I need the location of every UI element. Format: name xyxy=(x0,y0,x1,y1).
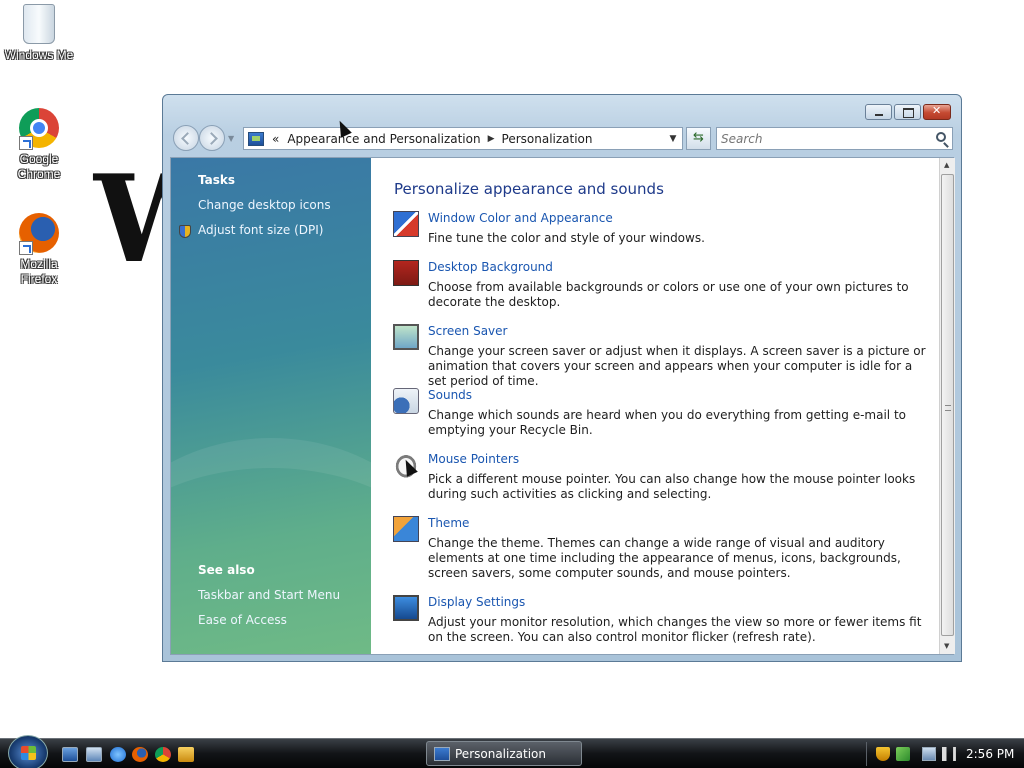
scroll-up-icon[interactable]: ▲ xyxy=(944,161,949,169)
window-content: Tasks Change desktop icons Adjust font s… xyxy=(170,157,955,655)
item-title-link[interactable]: Display Settings xyxy=(428,595,525,609)
taskbar: Personalization 2:56 PM xyxy=(0,735,1024,768)
control-panel-icon xyxy=(248,131,264,146)
desktop-icon-label: Google Chrome xyxy=(17,152,61,181)
forward-button[interactable] xyxy=(199,125,225,151)
address-dropdown-icon[interactable]: ▼ xyxy=(664,134,682,144)
chrome-icon xyxy=(19,108,59,150)
internet-explorer-icon[interactable] xyxy=(110,747,126,762)
recent-pages-dropdown[interactable]: ▼ xyxy=(228,134,234,143)
item-title-link[interactable]: Sounds xyxy=(428,388,472,402)
address-bar[interactable]: « Appearance and Personalization ▶ Perso… xyxy=(243,127,683,150)
search-input[interactable] xyxy=(721,129,921,148)
scroll-down-icon[interactable]: ▼ xyxy=(944,642,949,650)
sounds-icon[interactable] xyxy=(393,388,419,414)
main-pane: Personalize appearance and sounds Window… xyxy=(371,158,939,654)
recycle-bin-icon xyxy=(23,4,55,44)
firefox-icon xyxy=(19,213,59,255)
uac-shield-icon xyxy=(179,225,191,238)
desktop-icon-label: Mozilla Firefox xyxy=(20,257,58,286)
breadcrumb-chevron-icon[interactable]: ▶ xyxy=(488,134,495,144)
desktop-icon-label: Windows Me xyxy=(4,48,74,62)
task-adjust-font-size[interactable]: Adjust font size (DPI) xyxy=(198,223,323,237)
item-description: Fine tune the color and style of your wi… xyxy=(428,231,705,245)
see-also-taskbar-and-start-menu[interactable]: Taskbar and Start Menu xyxy=(198,588,340,602)
breadcrumb-appearance-and-personalization[interactable]: Appearance and Personalization xyxy=(287,132,480,146)
item-title-link[interactable]: Window Color and Appearance xyxy=(428,211,613,225)
display-settings-icon[interactable] xyxy=(393,595,419,621)
page-title: Personalize appearance and sounds xyxy=(394,180,664,198)
security-shield-icon[interactable] xyxy=(876,747,890,761)
chrome-icon[interactable] xyxy=(155,747,171,762)
desktop-background-icon[interactable] xyxy=(393,260,419,286)
firefox-icon[interactable] xyxy=(132,747,148,762)
switch-windows-icon[interactable] xyxy=(86,747,102,762)
item-description: Adjust your monitor resolution, which ch… xyxy=(428,615,922,644)
media-player-icon[interactable] xyxy=(178,747,194,762)
task-change-desktop-icons[interactable]: Change desktop icons xyxy=(198,198,331,212)
personalization-window[interactable]: ▼ « Appearance and Personalization ▶ Per… xyxy=(162,94,962,662)
search-box[interactable] xyxy=(716,127,953,150)
tasks-heading: Tasks xyxy=(198,173,236,187)
screen-saver-icon[interactable] xyxy=(393,324,419,350)
see-also-heading: See also xyxy=(198,563,255,577)
item-title-link[interactable]: Desktop Background xyxy=(428,260,553,274)
maximize-button[interactable] xyxy=(894,104,921,120)
window-color-icon[interactable] xyxy=(393,211,419,237)
clock[interactable]: 2:56 PM xyxy=(966,747,1014,761)
item-description: Change the theme. Themes can change a wi… xyxy=(428,536,901,580)
scrollbar-thumb[interactable] xyxy=(941,174,954,636)
minimize-button[interactable] xyxy=(865,104,892,120)
network-activity-icon[interactable] xyxy=(896,747,910,761)
breadcrumb-personalization[interactable]: Personalization xyxy=(502,132,593,146)
back-button[interactable] xyxy=(173,125,199,151)
volume-icon[interactable] xyxy=(942,747,956,761)
vertical-scrollbar[interactable]: ▲ ▼ xyxy=(939,158,955,654)
network-icon[interactable] xyxy=(922,747,936,761)
scrollbar-grip-icon xyxy=(945,405,951,411)
refresh-button[interactable]: ⇆ xyxy=(686,127,711,150)
tray-divider xyxy=(866,742,867,766)
task-pane: Tasks Change desktop icons Adjust font s… xyxy=(171,158,371,654)
item-description: Choose from available backgrounds or col… xyxy=(428,280,909,309)
item-title-link[interactable]: Screen Saver xyxy=(428,324,507,338)
item-description: Change which sounds are heard when you d… xyxy=(428,408,906,437)
taskbar-button-label: Personalization xyxy=(455,747,546,761)
shortcut-arrow-icon xyxy=(19,136,33,150)
control-panel-icon xyxy=(434,747,450,761)
item-description: Pick a different mouse pointer. You can … xyxy=(428,472,916,501)
theme-icon[interactable] xyxy=(393,516,419,542)
desktop-icon-windows-me[interactable]: Windows Me xyxy=(1,4,77,63)
address-overflow-button[interactable]: « xyxy=(272,132,279,146)
navigation-bar: ▼ « Appearance and Personalization ▶ Per… xyxy=(171,125,953,153)
show-desktop-icon[interactable] xyxy=(62,747,78,762)
taskbar-button-personalization[interactable]: Personalization xyxy=(426,741,582,766)
item-description: Change your screen saver or adjust when … xyxy=(428,344,926,388)
window-controls xyxy=(865,104,951,120)
item-title-link[interactable]: Theme xyxy=(428,516,469,530)
item-title-link[interactable]: Mouse Pointers xyxy=(428,452,519,466)
start-button[interactable] xyxy=(8,735,48,768)
shortcut-arrow-icon xyxy=(19,241,33,255)
desktop-icon-mozilla-firefox[interactable]: Mozilla Firefox xyxy=(1,213,77,287)
see-also-ease-of-access[interactable]: Ease of Access xyxy=(198,613,287,627)
desktop-icon-google-chrome[interactable]: Google Chrome xyxy=(1,108,77,182)
search-icon[interactable] xyxy=(936,132,946,142)
close-button[interactable] xyxy=(923,104,951,120)
